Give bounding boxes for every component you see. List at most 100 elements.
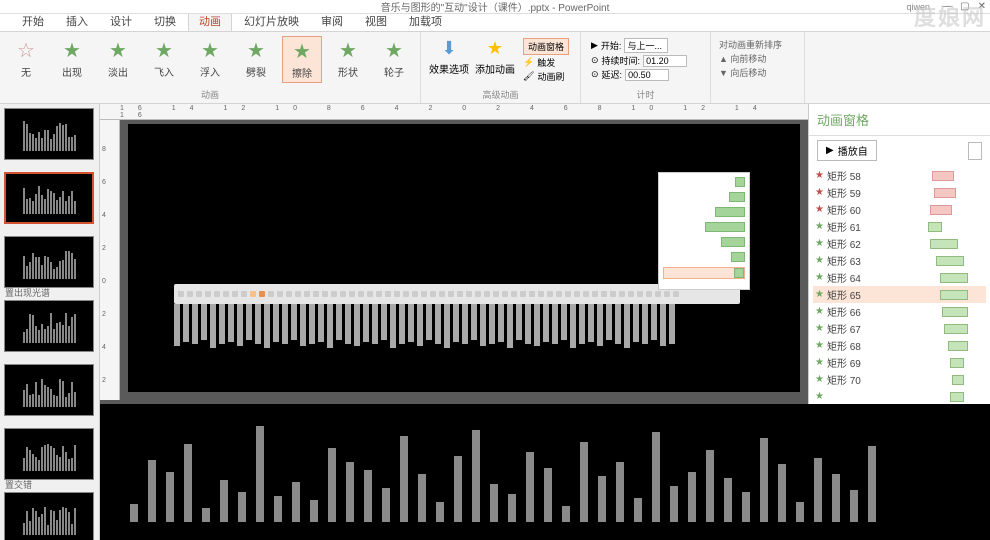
- delay-input[interactable]: 00.50: [625, 69, 669, 81]
- animation-pane-button[interactable]: 动画窗格: [523, 38, 569, 55]
- timing-bar[interactable]: [928, 222, 942, 232]
- spectrum-strip[interactable]: [174, 284, 740, 304]
- preview-bar: [634, 498, 642, 522]
- star-icon: ★: [198, 38, 222, 62]
- anim-item-矩形 65[interactable]: ★矩形 65: [813, 286, 986, 303]
- tab-视图[interactable]: 视图: [355, 11, 397, 31]
- anim-item-矩形 68[interactable]: ★矩形 68: [813, 337, 986, 354]
- close-icon[interactable]: ✕: [978, 1, 986, 12]
- timing-bar[interactable]: [940, 273, 968, 283]
- strip-dot: [322, 291, 328, 297]
- pane-up-down[interactable]: [968, 142, 982, 160]
- tab-开始[interactable]: 开始: [12, 11, 54, 31]
- anim-effect-浮入[interactable]: ★浮入: [190, 36, 230, 83]
- spectrum-bar: [174, 304, 180, 346]
- anim-item-矩形 70[interactable]: ★矩形 70: [813, 371, 986, 388]
- timing-bar[interactable]: [940, 290, 968, 300]
- anim-item-矩形 60[interactable]: ★矩形 60: [813, 201, 986, 218]
- star-icon: ★: [815, 238, 824, 249]
- preview-bar: [148, 460, 156, 522]
- ribbon-group-timing: ▶开始:与上一... ⊙持续时间:01.20 ⊙延迟:00.50 计时: [581, 32, 711, 103]
- strip-dot: [574, 291, 580, 297]
- slide-thumb-4[interactable]: [4, 364, 94, 416]
- move-earlier-button[interactable]: ▲ 向前移动: [719, 52, 796, 65]
- maximize-icon[interactable]: ▢: [960, 1, 969, 12]
- timing-bar[interactable]: [948, 341, 968, 351]
- anim-item-矩形 63[interactable]: ★矩形 63: [813, 252, 986, 269]
- spectrum-bar: [291, 304, 297, 340]
- anim-item-矩形 67[interactable]: ★矩形 67: [813, 320, 986, 337]
- spectrum-bar: [561, 304, 567, 340]
- anim-item-[interactable]: ★: [813, 388, 986, 405]
- tab-幻灯片放映[interactable]: 幻灯片放映: [234, 11, 309, 31]
- anim-effect-无[interactable]: ☆无: [6, 36, 46, 83]
- spectrum-bar: [507, 304, 513, 348]
- spectrum-bar: [309, 304, 315, 344]
- anim-item-矩形 64[interactable]: ★矩形 64: [813, 269, 986, 286]
- anim-item-矩形 59[interactable]: ★矩形 59: [813, 184, 986, 201]
- timing-bar[interactable]: [936, 256, 964, 266]
- strip-dot: [187, 291, 193, 297]
- star-icon: ★: [815, 391, 824, 402]
- anim-effect-擦除[interactable]: ★擦除: [282, 36, 322, 83]
- tab-审阅[interactable]: 审阅: [311, 11, 353, 31]
- strip-dot: [313, 291, 319, 297]
- slide-thumb-2[interactable]: 置出现光谱: [4, 236, 94, 288]
- timing-bar[interactable]: [932, 171, 954, 181]
- anim-effect-出现[interactable]: ★出现: [52, 36, 92, 83]
- tab-加载项[interactable]: 加载项: [399, 11, 452, 31]
- play-from-button[interactable]: ▶ 播放自: [817, 140, 877, 161]
- spectrum-bar: [228, 304, 234, 342]
- animation-painter-button[interactable]: 🖌 动画刷: [523, 70, 569, 83]
- timing-bar[interactable]: [950, 358, 964, 368]
- move-later-button[interactable]: ▼ 向后移动: [719, 66, 796, 79]
- tab-设计[interactable]: 设计: [100, 11, 142, 31]
- slide-canvas[interactable]: [128, 124, 800, 392]
- anim-effect-轮子[interactable]: ★轮子: [374, 36, 414, 83]
- spectrum-bar: [435, 304, 441, 344]
- anim-item-矩形 58[interactable]: ★矩形 58: [813, 167, 986, 184]
- strip-dot: [430, 291, 436, 297]
- slide-thumb-3[interactable]: [4, 300, 94, 352]
- preview-bar: [454, 456, 462, 522]
- preview-bar: [778, 464, 786, 522]
- strip-dot: [304, 291, 310, 297]
- trigger-button[interactable]: ⚡ 触发: [523, 56, 569, 69]
- anim-item-矩形 69[interactable]: ★矩形 69: [813, 354, 986, 371]
- timing-bar[interactable]: [934, 188, 956, 198]
- spectrum-bar: [327, 304, 333, 348]
- tab-切换[interactable]: 切换: [144, 11, 186, 31]
- timing-bar[interactable]: [950, 392, 964, 402]
- animation-preview-popup: [658, 172, 750, 290]
- start-select[interactable]: 与上一...: [624, 38, 668, 53]
- slide-thumb-0[interactable]: [4, 108, 94, 160]
- spectrum-bar: [606, 304, 612, 340]
- add-animation-button[interactable]: ★ 添加动画: [473, 36, 517, 85]
- anim-effect-劈裂[interactable]: ★劈裂: [236, 36, 276, 83]
- slide-thumbnails[interactable]: 置出现光谱置交错整光谱: [0, 104, 100, 540]
- anim-item-矩形 66[interactable]: ★矩形 66: [813, 303, 986, 320]
- star-icon: ★: [815, 272, 824, 283]
- tab-插入[interactable]: 插入: [56, 11, 98, 31]
- anim-item-矩形 62[interactable]: ★矩形 62: [813, 235, 986, 252]
- anim-item-矩形 61[interactable]: ★矩形 61: [813, 218, 986, 235]
- spectrum-bar: [192, 304, 198, 344]
- minimize-icon[interactable]: —: [942, 1, 952, 12]
- anim-effect-淡出[interactable]: ★淡出: [98, 36, 138, 83]
- strip-dot: [421, 291, 427, 297]
- slide-thumb-1[interactable]: [4, 172, 94, 224]
- anim-effect-飞入[interactable]: ★飞入: [144, 36, 184, 83]
- strip-dot: [250, 291, 256, 297]
- arrow-down-icon: ⬇: [441, 38, 456, 59]
- duration-input[interactable]: 01.20: [643, 55, 687, 67]
- timing-bar[interactable]: [930, 205, 952, 215]
- slide-thumb-5[interactable]: 置交错: [4, 428, 94, 480]
- timing-bar[interactable]: [944, 324, 968, 334]
- slide-thumb-6[interactable]: [4, 492, 94, 540]
- timing-bar[interactable]: [930, 239, 958, 249]
- effect-options-button[interactable]: ⬇ 效果选项: [427, 36, 471, 85]
- preview-bar: [760, 438, 768, 522]
- timing-bar[interactable]: [942, 307, 968, 317]
- anim-effect-形状[interactable]: ★形状: [328, 36, 368, 83]
- timing-bar[interactable]: [952, 375, 964, 385]
